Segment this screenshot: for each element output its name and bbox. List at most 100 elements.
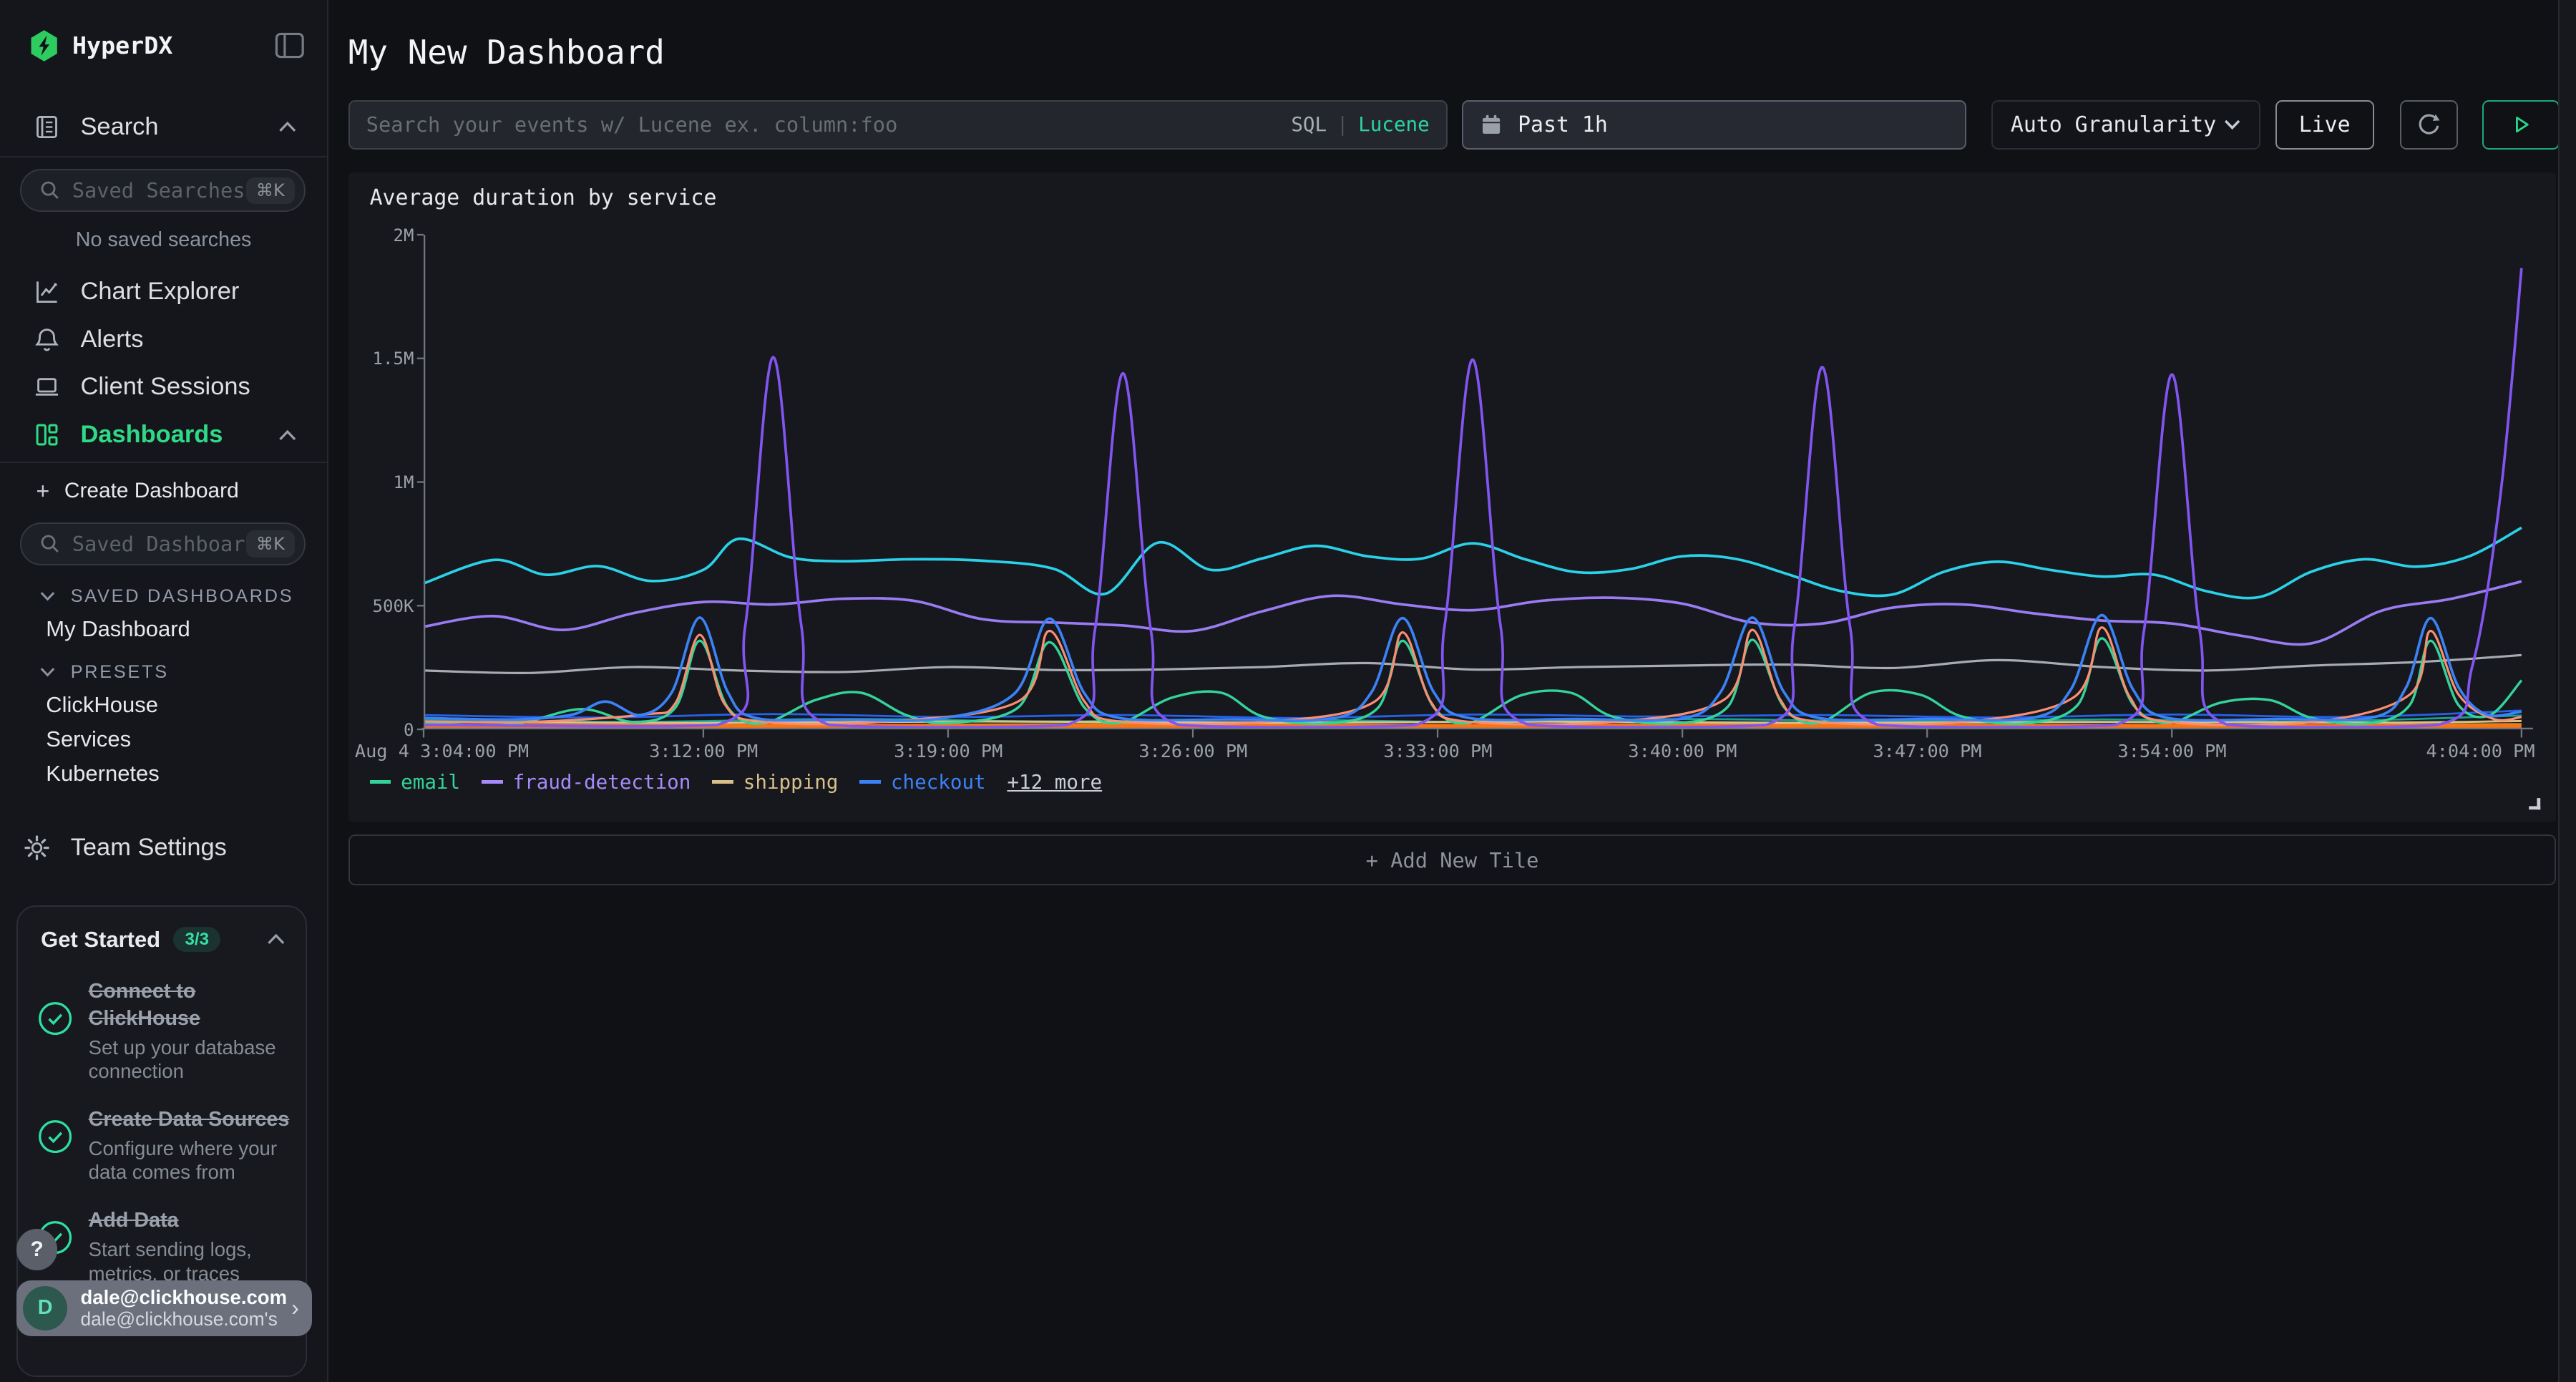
x-tick-label: 3:26:00 PM <box>1138 741 1247 761</box>
scrollbar[interactable] <box>2558 0 2576 1382</box>
sidebar-item-services[interactable]: Services <box>0 726 327 752</box>
sidebar-item-chart-explorer[interactable]: Chart Explorer <box>0 270 327 314</box>
no-saved-searches-text: No saved searches <box>0 228 327 252</box>
create-dashboard-label: Create Dashboard <box>64 479 239 503</box>
x-tick-label: 4:04:00 PM <box>2426 741 2535 761</box>
play-icon <box>2509 113 2532 136</box>
legend-item-checkout[interactable]: checkout <box>859 771 985 794</box>
sidebar-item-search[interactable]: Search <box>0 99 327 156</box>
legend-dash <box>712 780 733 784</box>
sidebar-item-label: Dashboards <box>80 421 223 449</box>
x-tick-label: 3:12:00 PM <box>649 741 758 761</box>
checklist-item-connect[interactable]: Connect to ClickHouse Set up your databa… <box>18 962 306 1090</box>
granularity-select[interactable]: Auto Granularity <box>1991 100 2261 150</box>
x-tick-label: 3:54:00 PM <box>2118 741 2227 761</box>
search-icon <box>39 533 61 555</box>
checklist-item-title: Create Data Sources <box>89 1106 290 1133</box>
add-new-tile-button[interactable]: + Add New Tile <box>348 834 2557 885</box>
group-title: SAVED DASHBOARDS <box>71 586 294 607</box>
checklist-item-add-data[interactable]: Add Data Start sending logs, metrics, or… <box>18 1191 306 1292</box>
chevron-down-icon <box>39 590 56 602</box>
get-started-title: Get Started <box>41 927 160 953</box>
chart-explorer-icon <box>33 278 61 306</box>
event-search-input[interactable] <box>366 112 1292 137</box>
y-axis-labels: 2M1.5M1M500K0 <box>348 235 414 729</box>
collapse-sidebar-icon[interactable] <box>274 31 306 59</box>
search-section-icon <box>33 113 61 141</box>
plus-icon: + <box>36 478 50 505</box>
group-presets[interactable]: PRESETS <box>0 659 327 686</box>
check-circle-icon <box>38 1119 72 1154</box>
dashboard-tile: Average duration by service 2M1.5M1M500K… <box>348 172 2557 822</box>
chevron-up-icon[interactable] <box>278 120 298 133</box>
refresh-icon <box>2416 112 2442 138</box>
x-tick-label: 3:33:00 PM <box>1383 741 1492 761</box>
language-lucene-toggle[interactable]: Lucene <box>1358 113 1430 136</box>
legend-label: shipping <box>743 771 839 794</box>
live-label: Live <box>2299 112 2351 137</box>
y-tick-label: 500K <box>373 596 414 616</box>
time-range-picker[interactable]: Past 1h <box>1462 100 1966 150</box>
help-button[interactable]: ? <box>16 1229 57 1270</box>
user-team: dale@clickhouse.com's <box>80 1308 287 1330</box>
sidebar-item-my-dashboard[interactable]: My Dashboard <box>0 616 327 642</box>
legend-label: email <box>401 771 460 794</box>
y-tick-label: 0 <box>404 720 414 740</box>
chart-plot-area[interactable] <box>424 235 2522 729</box>
saved-searches-input-wrap: ⌘K <box>20 169 306 212</box>
legend-item-email[interactable]: email <box>370 771 461 794</box>
sidebar-item-client-sessions[interactable]: Client Sessions <box>0 365 327 409</box>
checklist-item-desc: Start sending logs, metrics, or traces <box>89 1237 290 1285</box>
x-tick-label: 3:47:00 PM <box>1873 741 1981 761</box>
granularity-value: Auto Granularity <box>2011 112 2216 137</box>
x-tick-label: 3:40:00 PM <box>1628 741 1737 761</box>
hyperdx-logo-icon <box>29 29 59 62</box>
check-circle-icon <box>38 1001 72 1036</box>
shortcut-badge: ⌘K <box>246 530 294 557</box>
calendar-icon <box>1480 113 1503 136</box>
legend-item-fraud-detection[interactable]: fraud-detection <box>482 771 691 794</box>
checklist-item-title: Connect to ClickHouse <box>89 978 290 1032</box>
group-saved-dashboards[interactable]: SAVED DASHBOARDS <box>0 583 327 610</box>
x-tick-label: 3:19:00 PM <box>894 741 1002 761</box>
legend-more-link[interactable]: +12 more <box>1007 771 1102 794</box>
refresh-button[interactable] <box>2400 100 2457 150</box>
live-button[interactable]: Live <box>2275 100 2374 150</box>
user-menu[interactable]: D dale@clickhouse.com dale@clickhouse.co… <box>16 1280 312 1336</box>
get-started-header[interactable]: Get Started 3/3 <box>18 907 306 962</box>
sidebar-item-kubernetes[interactable]: Kubernetes <box>0 761 327 787</box>
laptop-icon <box>33 373 61 401</box>
sidebar-item-label: Chart Explorer <box>80 278 239 306</box>
run-query-button[interactable] <box>2482 100 2560 150</box>
x-tick-label: Aug 4 3:04:00 PM <box>355 741 529 761</box>
sidebar-item-label: Alerts <box>80 326 143 354</box>
sidebar-item-dashboards[interactable]: Dashboards <box>0 412 327 457</box>
brand-name: HyperDX <box>72 31 172 59</box>
sidebar-item-alerts[interactable]: Alerts <box>0 317 327 361</box>
get-started-progress-badge: 3/3 <box>173 927 220 952</box>
legend-dash <box>370 780 391 784</box>
avatar: D <box>23 1286 67 1330</box>
series-line-fraud-detection <box>424 268 2522 728</box>
checklist-item-desc: Configure where your data comes from <box>89 1137 290 1184</box>
chevron-up-icon[interactable] <box>266 933 286 945</box>
y-tick-label: 1.5M <box>373 349 414 369</box>
saved-searches-input[interactable] <box>72 178 246 203</box>
language-sql-toggle[interactable]: SQL <box>1291 113 1327 136</box>
checklist-item-desc: Set up your database connection <box>89 1036 290 1084</box>
tile-resize-handle[interactable] <box>2528 797 2541 810</box>
legend-dash <box>859 780 881 784</box>
sidebar-item-team-settings[interactable]: Team Settings <box>0 828 327 867</box>
series-line-checkout <box>424 615 2522 721</box>
legend-label: fraud-detection <box>513 771 691 794</box>
saved-dashboards-input[interactable] <box>72 532 246 556</box>
checklist-item-sources[interactable]: Create Data Sources Configure where your… <box>18 1090 306 1191</box>
chevron-up-icon[interactable] <box>278 429 298 442</box>
legend-item-shipping[interactable]: shipping <box>712 771 838 794</box>
language-divider: | <box>1337 113 1349 136</box>
chart-legend: email fraud-detection shipping checkout +12 … <box>370 771 1103 794</box>
create-dashboard-button[interactable]: + Create Dashboard <box>0 475 327 508</box>
sidebar-item-clickhouse[interactable]: ClickHouse <box>0 692 327 718</box>
event-search-bar: SQL | Lucene <box>348 100 1448 150</box>
sidebar-item-label: Team Settings <box>71 834 227 862</box>
